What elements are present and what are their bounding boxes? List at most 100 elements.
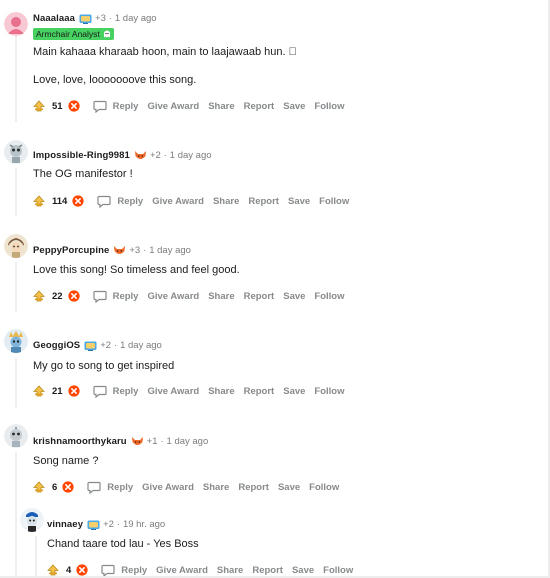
upvote-icon[interactable] (33, 195, 45, 207)
share-button[interactable]: Share (208, 101, 234, 112)
downvote-icon[interactable] (68, 385, 80, 397)
upvote-icon[interactable] (33, 385, 45, 397)
share-button[interactable]: Share (203, 482, 229, 493)
avatar[interactable] (20, 508, 44, 532)
save-button[interactable]: Save (283, 386, 305, 397)
give-award-button[interactable]: Give Award (147, 386, 199, 397)
vote-score: 21 (52, 385, 63, 397)
award-count: +2 (103, 518, 114, 530)
timestamp[interactable]: 1 day ago (149, 245, 191, 256)
avatar[interactable] (4, 329, 28, 353)
reply-label: Reply (112, 100, 139, 112)
separator-dot: · (163, 150, 167, 160)
reply-button[interactable]: Reply (87, 481, 133, 494)
reply-button[interactable]: Reply (93, 385, 138, 398)
timestamp[interactable]: 19 hr. ago (123, 519, 165, 530)
save-button[interactable]: Save (288, 196, 310, 207)
follow-button[interactable]: Follow (319, 196, 349, 207)
timestamp[interactable]: 1 day ago (167, 436, 209, 447)
vote-score: 51 (52, 100, 63, 112)
follow-button[interactable]: Follow (323, 565, 353, 576)
share-button[interactable]: Share (213, 196, 239, 207)
save-button[interactable]: Save (283, 291, 305, 302)
separator-dot: · (116, 519, 120, 529)
report-button[interactable]: Report (238, 482, 269, 493)
award-fox-icon[interactable] (113, 245, 126, 256)
share-button[interactable]: Share (217, 565, 243, 576)
give-award-button[interactable]: Give Award (152, 196, 204, 207)
upvote-icon[interactable] (47, 564, 59, 576)
award-tv-icon[interactable] (87, 519, 100, 530)
award-count: +2 (100, 339, 112, 351)
give-award-button[interactable]: Give Award (142, 482, 194, 493)
downvote-icon[interactable] (62, 481, 74, 493)
downvote-icon[interactable] (68, 290, 80, 302)
reply-icon (97, 195, 111, 208)
username[interactable]: vinnaey (47, 519, 83, 530)
award-count: +1 (146, 435, 158, 447)
username[interactable]: Impossible-Ring9981 (33, 150, 130, 161)
thread-line (15, 262, 17, 312)
share-button[interactable]: Share (208, 291, 234, 302)
follow-button[interactable]: Follow (309, 482, 339, 493)
award-tv-icon[interactable] (79, 13, 92, 24)
upvote-icon[interactable] (33, 290, 45, 302)
upvote-icon[interactable] (33, 100, 45, 112)
give-award-button[interactable]: Give Award (156, 565, 208, 576)
reply-button[interactable]: Reply (93, 290, 138, 303)
downvote-icon[interactable] (72, 195, 84, 207)
report-button[interactable]: Report (248, 196, 279, 207)
username[interactable]: krishnamoorthykaru (33, 436, 127, 447)
timestamp[interactable]: 1 day ago (115, 13, 157, 24)
reply-icon (87, 481, 101, 494)
username[interactable]: GeoggiOS (33, 340, 80, 351)
ghost-icon (103, 30, 111, 38)
timestamp[interactable]: 1 day ago (120, 340, 162, 351)
downvote-icon[interactable] (76, 564, 88, 576)
reply-button[interactable]: Reply (97, 195, 143, 208)
username[interactable]: PeppyPorcupine (33, 245, 109, 256)
avatar[interactable] (4, 12, 28, 36)
reply-button[interactable]: Reply (93, 100, 139, 113)
follow-button[interactable]: Follow (314, 386, 344, 397)
reply-label: Reply (121, 564, 148, 576)
timestamp[interactable]: 1 day ago (170, 150, 212, 161)
vote-score: 114 (52, 195, 68, 207)
report-button[interactable]: Report (244, 291, 275, 302)
reply-label: Reply (107, 481, 134, 493)
downvote-icon[interactable] (68, 100, 80, 112)
report-button[interactable]: Report (252, 565, 283, 576)
separator-dot: · (108, 13, 112, 23)
share-button[interactable]: Share (208, 386, 234, 397)
follow-button[interactable]: Follow (314, 291, 344, 302)
award-fox-icon[interactable] (131, 436, 144, 447)
reply-button[interactable]: Reply (101, 564, 147, 577)
give-award-button[interactable]: Give Award (147, 291, 199, 302)
comment-body-line: Love this song! So timeless and feel goo… (33, 264, 240, 276)
follow-button[interactable]: Follow (314, 101, 344, 112)
comment-body-line: Chand taare tod lau - Yes Boss (47, 538, 199, 550)
award-fox-icon[interactable] (134, 150, 147, 161)
report-button[interactable]: Report (244, 101, 275, 112)
give-award-button[interactable]: Give Award (147, 101, 199, 112)
award-count: +3 (129, 244, 141, 256)
reply-icon (101, 564, 115, 577)
reply-icon (93, 385, 107, 398)
avatar[interactable] (4, 140, 28, 164)
save-button[interactable]: Save (278, 482, 300, 493)
award-tv-icon[interactable] (84, 340, 97, 351)
comment-body-line: Main kahaaa kharaab hoon, main to laajaw… (33, 46, 297, 58)
avatar[interactable] (4, 424, 28, 448)
username[interactable]: Naaalaaa (33, 13, 75, 24)
avatar[interactable] (4, 234, 28, 258)
reply-label: Reply (117, 195, 144, 207)
upvote-icon[interactable] (33, 481, 45, 493)
save-button[interactable]: Save (292, 565, 314, 576)
reply-icon (93, 290, 107, 303)
save-button[interactable]: Save (283, 101, 305, 112)
comment-body-line: My go to song to get inspired (33, 360, 175, 372)
report-button[interactable]: Report (244, 386, 275, 397)
award-count: +3 (95, 12, 106, 24)
comment-body-line: Love, love, looooooove this song. (33, 74, 197, 86)
separator-dot: · (160, 436, 164, 446)
